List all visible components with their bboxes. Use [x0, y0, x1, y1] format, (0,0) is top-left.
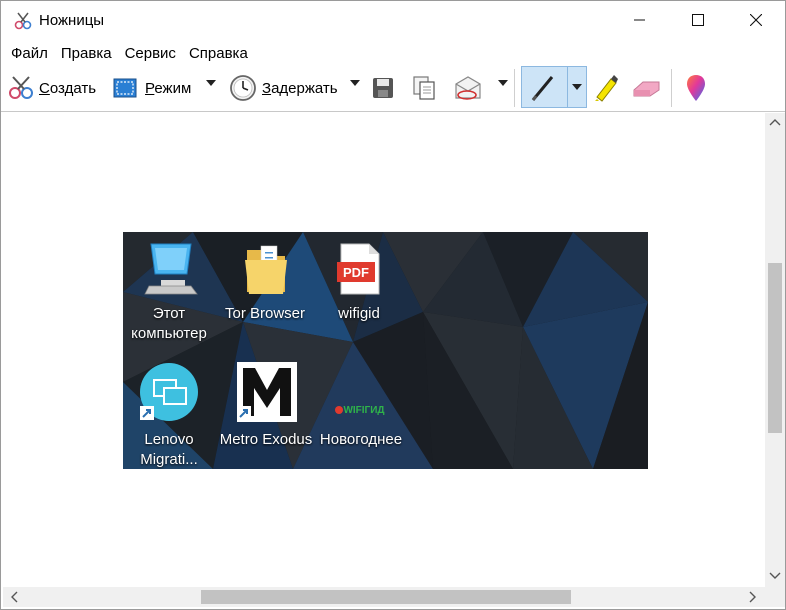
desktop-icon-label: Metro Exodus	[219, 431, 313, 448]
paint3d-icon	[687, 75, 705, 101]
horizontal-scroll-thumb[interactable]	[201, 590, 571, 604]
desktop-icon-novogodnee[interactable]: WIFIГИД Новогоднее	[313, 362, 409, 450]
close-icon	[750, 14, 762, 26]
mode-button[interactable]: Режим	[113, 69, 191, 107]
desktop-icon-label-line2: компьютер	[131, 325, 207, 342]
desktop-icon-this-pc[interactable]: Этот компьютер	[127, 240, 211, 344]
scroll-right-arrow-icon[interactable]	[748, 591, 758, 606]
desktop-icon-lenovo-migration[interactable]: Lenovo Migrati...	[129, 362, 209, 469]
eraser-icon	[633, 81, 660, 97]
pdf-icon: PDF	[337, 243, 380, 295]
scissors-app-icon	[14, 12, 32, 30]
rectangle-snip-icon	[113, 78, 137, 98]
horizontal-scrollbar[interactable]	[3, 587, 785, 607]
desktop-icon-metro-exodus[interactable]: Metro Exodus	[217, 362, 315, 450]
menu-tools[interactable]: Сервис	[125, 45, 176, 62]
delay-button[interactable]: Задержать	[229, 69, 338, 107]
send-snip-button[interactable]	[453, 69, 483, 107]
minimize-button[interactable]	[611, 1, 669, 39]
title-bar[interactable]: Ножницы	[1, 1, 785, 39]
new-snip-button[interactable]: Создать	[7, 69, 96, 107]
new-label-rest: оздать	[49, 79, 97, 97]
lenovo-icon	[140, 363, 198, 421]
menu-help[interactable]: Справка	[189, 45, 248, 62]
copy-icon	[413, 76, 435, 100]
desktop-icon-label: Этот	[152, 305, 186, 322]
vertical-scrollbar[interactable]	[765, 113, 785, 587]
minimize-icon	[634, 19, 645, 21]
wifigid-logo-icon: WIFIГИД	[335, 405, 385, 416]
metro-icon	[237, 362, 297, 422]
maximize-button[interactable]	[669, 1, 727, 39]
delay-label-rest: адержать	[271, 79, 338, 97]
scroll-up-arrow-icon[interactable]	[769, 115, 781, 130]
maximize-icon	[692, 14, 704, 26]
eraser-button[interactable]	[631, 69, 661, 107]
paint3d-button[interactable]	[683, 69, 709, 107]
save-icon	[373, 78, 393, 98]
pen-split-divider	[567, 66, 568, 108]
mode-dropdown-arrow[interactable]	[206, 80, 216, 86]
vertical-scroll-thumb[interactable]	[768, 263, 782, 433]
toolbar: Создать Режим Задержать	[1, 65, 785, 112]
toolbar-separator-2	[671, 69, 672, 107]
highlighter-icon	[595, 75, 618, 102]
pdf-badge-text: PDF	[343, 265, 369, 280]
folder-icon	[245, 245, 287, 294]
mode-label-rest: ежим	[154, 79, 192, 97]
pen-icon	[531, 76, 554, 101]
copy-button[interactable]	[411, 69, 437, 107]
desktop-icon-label: Lenovo	[144, 431, 194, 448]
desktop-icon-label: Новогоднее	[319, 431, 403, 448]
mode-mnemonic: Р	[145, 79, 155, 97]
scissors-icon	[9, 76, 33, 99]
new-mnemonic: С	[39, 79, 50, 97]
toolbar-separator	[514, 69, 515, 107]
scroll-down-arrow-icon[interactable]	[769, 569, 781, 584]
delay-mnemonic: З	[262, 79, 272, 97]
desktop-icon-label-line2: Migrati...	[140, 451, 198, 468]
desktop-icon-tor-browser[interactable]: Tor Browser	[219, 240, 311, 324]
window-title: Ножницы	[39, 12, 105, 29]
menu-file[interactable]: Файл	[11, 45, 48, 62]
highlighter-button[interactable]	[591, 69, 619, 107]
menu-edit[interactable]: Правка	[61, 45, 112, 62]
snipping-tool-window: Ножницы Файл Правка Сервис Справка Созда…	[0, 0, 786, 610]
send-email-icon	[455, 76, 481, 100]
wifigid-logo-text: WIFIГИД	[343, 405, 384, 416]
desktop-icon-label: Tor Browser	[224, 305, 306, 322]
scroll-left-arrow-icon[interactable]	[9, 591, 19, 606]
desktop-icon-label: wifigid	[338, 305, 380, 322]
menu-bar: Файл Правка Сервис Справка	[1, 41, 785, 65]
computer-icon	[144, 243, 198, 295]
delay-dropdown-arrow[interactable]	[350, 80, 360, 86]
clock-icon	[230, 75, 256, 101]
send-dropdown-arrow[interactable]	[498, 80, 508, 86]
pen-dropdown-arrow[interactable]	[572, 84, 582, 90]
desktop-icon-wifigid[interactable]: PDF wifigid	[319, 240, 399, 324]
save-button[interactable]	[371, 69, 395, 107]
close-button[interactable]	[727, 1, 785, 39]
captured-snip-image: Этот компьютер Tor Browser PDF wifigid L…	[123, 232, 648, 469]
